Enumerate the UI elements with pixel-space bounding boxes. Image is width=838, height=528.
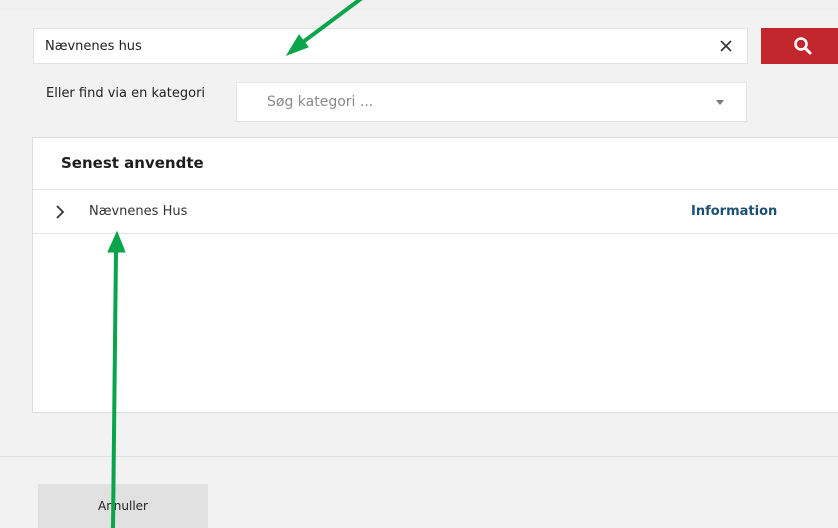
recent-item-name[interactable]: Nævnenes Hus (89, 204, 187, 219)
top-strip (0, 0, 838, 10)
search-button[interactable] (761, 28, 838, 64)
recent-title: Senest anvendte (61, 154, 204, 172)
chevron-right-icon[interactable] (55, 205, 65, 219)
clear-search-button[interactable] (715, 35, 737, 57)
search-input[interactable] (34, 29, 714, 63)
recent-item-information-link[interactable]: Information (691, 204, 777, 219)
cancel-button[interactable]: Annuller (38, 484, 208, 528)
close-icon (720, 40, 732, 52)
caret-down-icon (716, 100, 724, 105)
search-field[interactable] (33, 28, 748, 64)
category-select[interactable]: Søg kategori ... (236, 82, 747, 122)
recent-item-row[interactable]: Nævnenes Hus Information (33, 190, 838, 234)
recent-panel: Senest anvendte Nævnenes Hus Information (32, 137, 838, 413)
category-label: Eller find via en kategori (46, 86, 206, 101)
category-placeholder: Søg kategori ... (267, 94, 374, 110)
footer-divider (0, 456, 838, 457)
search-icon (794, 37, 812, 55)
recent-panel-header: Senest anvendte (33, 138, 838, 190)
